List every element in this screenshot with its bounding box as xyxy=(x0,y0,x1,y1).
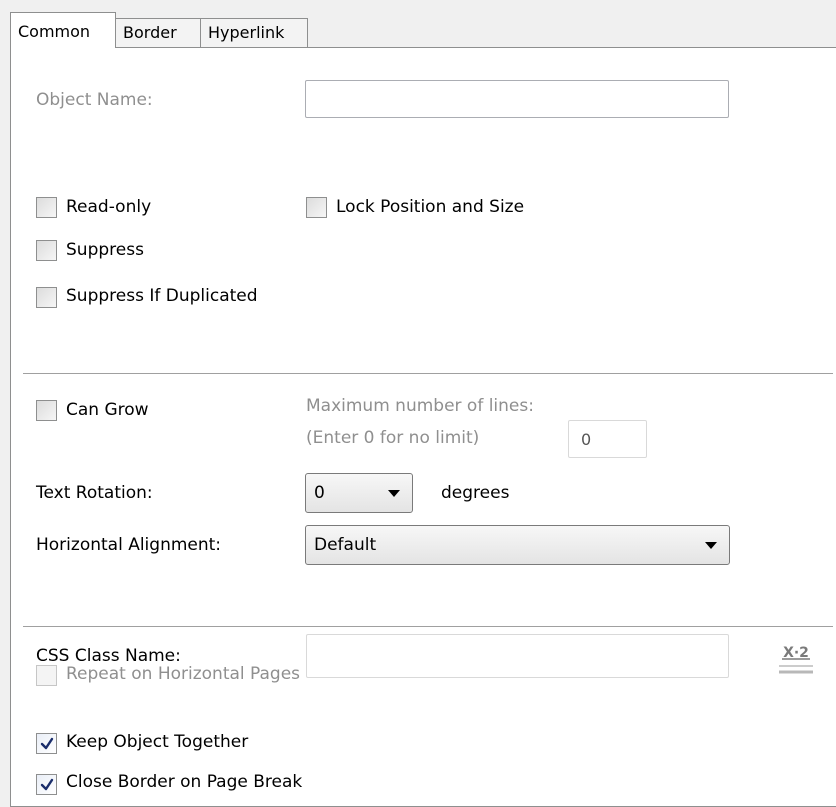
tab-bar: Common Border Hyperlink xyxy=(0,0,836,48)
repeat-horizontal-checkbox[interactable] xyxy=(36,665,57,686)
tab-hyperlink-label: Hyperlink xyxy=(208,23,285,42)
repeat-horizontal-label: Repeat on Horizontal Pages xyxy=(66,664,301,684)
horizontal-alignment-select[interactable]: Default xyxy=(305,525,730,565)
css-class-label: CSS Class Name: xyxy=(36,646,181,666)
read-only-label: Read-only xyxy=(66,197,152,217)
separator-1 xyxy=(23,373,833,374)
suppress-if-duplicated-label: Suppress If Duplicated xyxy=(66,286,258,306)
text-rotation-select[interactable]: 0 xyxy=(305,473,413,513)
can-grow-label: Can Grow xyxy=(66,400,149,420)
keep-together-label: Keep Object Together xyxy=(66,732,249,752)
tab-border[interactable]: Border xyxy=(115,18,201,47)
tab-border-label: Border xyxy=(123,23,177,42)
formula-x2-icon: X·2 xyxy=(779,645,813,674)
suppress-if-duplicated-checkbox[interactable] xyxy=(36,287,57,308)
can-grow-checkbox[interactable] xyxy=(36,400,57,421)
max-lines-hint: (Enter 0 for no limit) xyxy=(306,428,480,448)
horizontal-alignment-label: Horizontal Alignment: xyxy=(36,535,222,555)
horizontal-alignment-value: Default xyxy=(314,535,377,555)
chevron-down-icon xyxy=(388,490,400,497)
chevron-down-icon xyxy=(705,542,717,549)
close-border-checkbox[interactable] xyxy=(36,774,57,795)
read-only-checkbox[interactable] xyxy=(36,197,57,218)
common-tab-panel xyxy=(10,47,836,807)
lock-position-label: Lock Position and Size xyxy=(336,197,525,217)
text-rotation-unit: degrees xyxy=(441,483,510,503)
separator-2 xyxy=(23,626,833,627)
suppress-checkbox[interactable] xyxy=(36,240,57,261)
checkmark-icon xyxy=(40,778,54,791)
max-lines-label: Maximum number of lines: xyxy=(306,396,534,416)
formula-button[interactable]: X·2 xyxy=(774,635,818,675)
css-class-input[interactable] xyxy=(306,634,729,678)
close-border-label: Close Border on Page Break xyxy=(66,772,303,792)
max-lines-input[interactable] xyxy=(568,420,647,458)
keep-together-checkbox[interactable] xyxy=(36,733,57,754)
checkmark-icon xyxy=(40,737,54,750)
tab-hyperlink[interactable]: Hyperlink xyxy=(200,18,308,47)
object-name-label: Object Name: xyxy=(36,90,153,110)
object-name-input[interactable] xyxy=(305,80,729,118)
suppress-label: Suppress xyxy=(66,240,144,260)
text-rotation-label: Text Rotation: xyxy=(36,483,153,503)
lock-position-checkbox[interactable] xyxy=(306,197,327,218)
tab-common-label: Common xyxy=(18,22,91,41)
text-rotation-value: 0 xyxy=(314,483,325,503)
tab-common[interactable]: Common xyxy=(10,12,116,48)
